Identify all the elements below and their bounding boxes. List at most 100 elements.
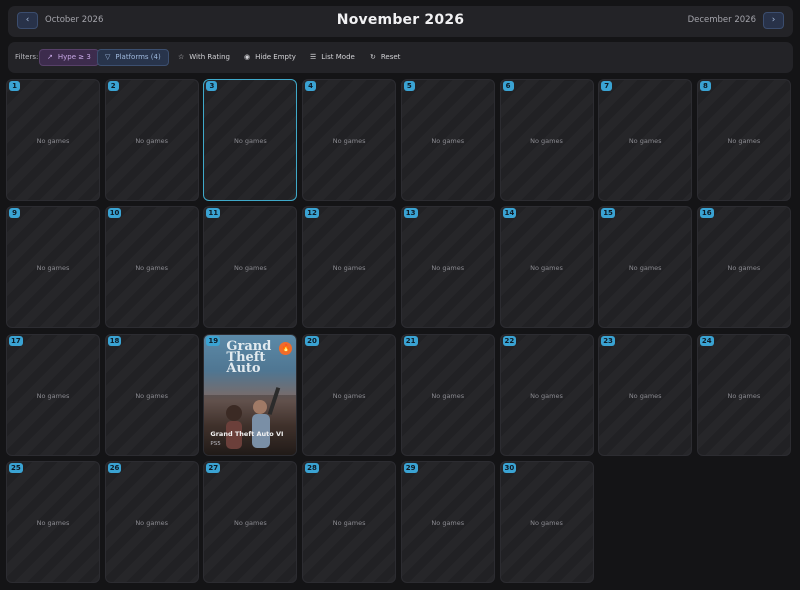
day-number-badge: 29 — [403, 463, 418, 474]
no-games-label: No games — [431, 391, 465, 400]
calendar-day-cell[interactable]: No games 26 — [104, 461, 199, 584]
calendar-day-cell[interactable]: No games 16 — [696, 206, 791, 329]
calendar-day-cell[interactable]: No games 20 — [302, 333, 397, 456]
day-number-badge: 18 — [107, 335, 122, 346]
calendar-day-cell[interactable]: No games 30 — [499, 461, 594, 584]
calendar-day-cell[interactable]: No games 12 — [302, 206, 397, 329]
calendar-day-cell[interactable]: No games 18 — [104, 333, 199, 456]
list-icon: ☰ — [310, 53, 317, 61]
day-number-badge: 21 — [403, 335, 418, 346]
no-games-label: No games — [135, 519, 169, 528]
calendar-day-cell[interactable]: No games 14 — [499, 206, 594, 329]
no-games-label: No games — [530, 137, 563, 145]
calendar-day-cell[interactable]: No games 21 — [400, 333, 495, 456]
day-number-badge: 3 — [206, 81, 218, 91]
calendar-day-cell[interactable]: No games 6 — [499, 79, 594, 201]
day-number-badge: 14 — [502, 208, 517, 219]
platforms-filter-chip[interactable]: ▽ Platforms (4) — [97, 49, 169, 66]
calendar-day-cell[interactable]: No games 25 — [6, 461, 100, 584]
eye-icon: ◉ — [244, 53, 251, 61]
no-games-label: No games — [431, 137, 465, 145]
day-number-badge: 20 — [305, 335, 319, 346]
with-rating-label: With Rating — [189, 53, 230, 61]
calendar-day-cell[interactable]: No games 17 — [6, 333, 100, 456]
no-games-label: No games — [234, 519, 267, 528]
calendar-day-cell[interactable]: No games 27 — [203, 461, 298, 584]
no-games-label: No games — [727, 264, 761, 273]
no-games-label: No games — [36, 264, 70, 273]
calendar-day-cell[interactable]: No games 11 — [203, 206, 298, 329]
day-number-badge: 13 — [403, 208, 418, 219]
no-games-label: No games — [332, 137, 366, 145]
hide-empty-filter-chip[interactable]: ◉ Hide Empty — [237, 49, 303, 66]
calendar-day-cell[interactable]: No games 10 — [104, 206, 199, 329]
calendar-day-cell[interactable]: No games 8 — [696, 79, 791, 201]
calendar-day-cell[interactable]: No games 2 — [104, 79, 199, 201]
filter-icon: ▽ — [105, 53, 111, 61]
next-month-label[interactable]: December 2026 — [688, 15, 756, 25]
day-number-badge: 2 — [107, 81, 119, 91]
day-number-badge: 17 — [9, 335, 23, 346]
calendar-day-cell[interactable]: No games 7 — [598, 79, 693, 201]
platforms-filter-label: Platforms (4) — [115, 53, 161, 61]
day-number-badge: 5 — [403, 81, 415, 91]
day-number-badge: 6 — [502, 81, 514, 91]
day-number-badge: 16 — [699, 208, 714, 219]
day-number-badge: 12 — [305, 208, 319, 219]
day-number-badge: 10 — [107, 208, 122, 219]
filter-bar: Filters: ↗ Hype ≥ 3 ▽ Platforms (4) ☆ With … — [8, 42, 793, 73]
hype-filter-label: Hype ≥ 3 — [57, 53, 91, 61]
day-number-badge: 7 — [601, 81, 613, 91]
calendar-day-cell[interactable]: No games 4 — [302, 79, 397, 201]
day-number-badge: 28 — [305, 463, 319, 474]
no-games-label: No games — [431, 264, 465, 273]
calendar-day-cell[interactable]: No games 1 — [6, 79, 100, 201]
with-rating-filter-chip[interactable]: ☆ With Rating — [171, 49, 237, 66]
reset-icon: ↻ — [370, 53, 376, 61]
no-games-label: No games — [332, 391, 366, 400]
no-games-label: No games — [628, 391, 662, 400]
day-number-badge: 30 — [502, 463, 517, 474]
no-games-label: No games — [36, 137, 70, 145]
list-mode-label: List Mode — [321, 53, 355, 61]
game-logo-art: Grand Theft Auto — [226, 338, 272, 376]
day-number-badge: 1 — [9, 81, 20, 91]
star-icon: ☆ — [178, 53, 185, 61]
no-games-label: No games — [530, 391, 563, 400]
hide-empty-label: Hide Empty — [255, 53, 296, 61]
no-games-label: No games — [727, 391, 761, 400]
next-month-button[interactable]: › — [763, 12, 784, 29]
day-number-badge: 19 — [206, 335, 221, 346]
reset-filters-button[interactable]: ↻ Reset — [363, 49, 407, 66]
month-title: November 2026 — [336, 12, 465, 28]
no-games-label: No games — [135, 137, 169, 145]
calendar-day-cell[interactable]: No games 3 — [203, 79, 298, 201]
calendar-day-cell[interactable]: No games 24 — [696, 333, 791, 456]
no-games-label: No games — [135, 264, 169, 273]
reset-label: Reset — [380, 53, 401, 61]
no-games-label: No games — [530, 264, 563, 273]
no-games-label: No games — [36, 519, 70, 528]
no-games-label: No games — [332, 264, 366, 273]
list-mode-toggle[interactable]: ☰ List Mode — [303, 49, 362, 66]
day-number-badge: 26 — [107, 463, 122, 474]
calendar-day-cell[interactable]: No games 23 — [598, 333, 693, 456]
calendar-day-cell[interactable]: Grand Theft Auto 🔥 Grand Theft Auto VI PS5 19 — [203, 333, 298, 456]
no-games-label: No games — [628, 264, 662, 273]
calendar-day-cell[interactable]: No games 5 — [400, 79, 495, 201]
no-games-label: No games — [628, 137, 662, 145]
calendar-day-cell[interactable]: No games 28 — [302, 461, 397, 584]
no-games-label: No games — [234, 137, 267, 145]
day-number-badge: 23 — [601, 335, 615, 346]
no-games-label: No games — [431, 519, 465, 528]
calendar-day-cell[interactable]: No games 29 — [400, 461, 495, 584]
trending-up-icon: ↗ — [47, 53, 53, 61]
game-title[interactable]: Grand Theft Auto VI — [210, 430, 283, 438]
day-number-badge: 25 — [9, 463, 23, 474]
calendar-day-cell[interactable]: No games 15 — [598, 206, 693, 329]
hype-filter-chip[interactable]: ↗ Hype ≥ 3 — [39, 49, 99, 66]
calendar-day-cell[interactable]: No games 22 — [499, 333, 594, 456]
calendar-day-cell[interactable]: No games 13 — [400, 206, 495, 329]
calendar-day-cell[interactable]: No games 9 — [6, 206, 100, 329]
day-number-badge: 4 — [305, 81, 317, 91]
